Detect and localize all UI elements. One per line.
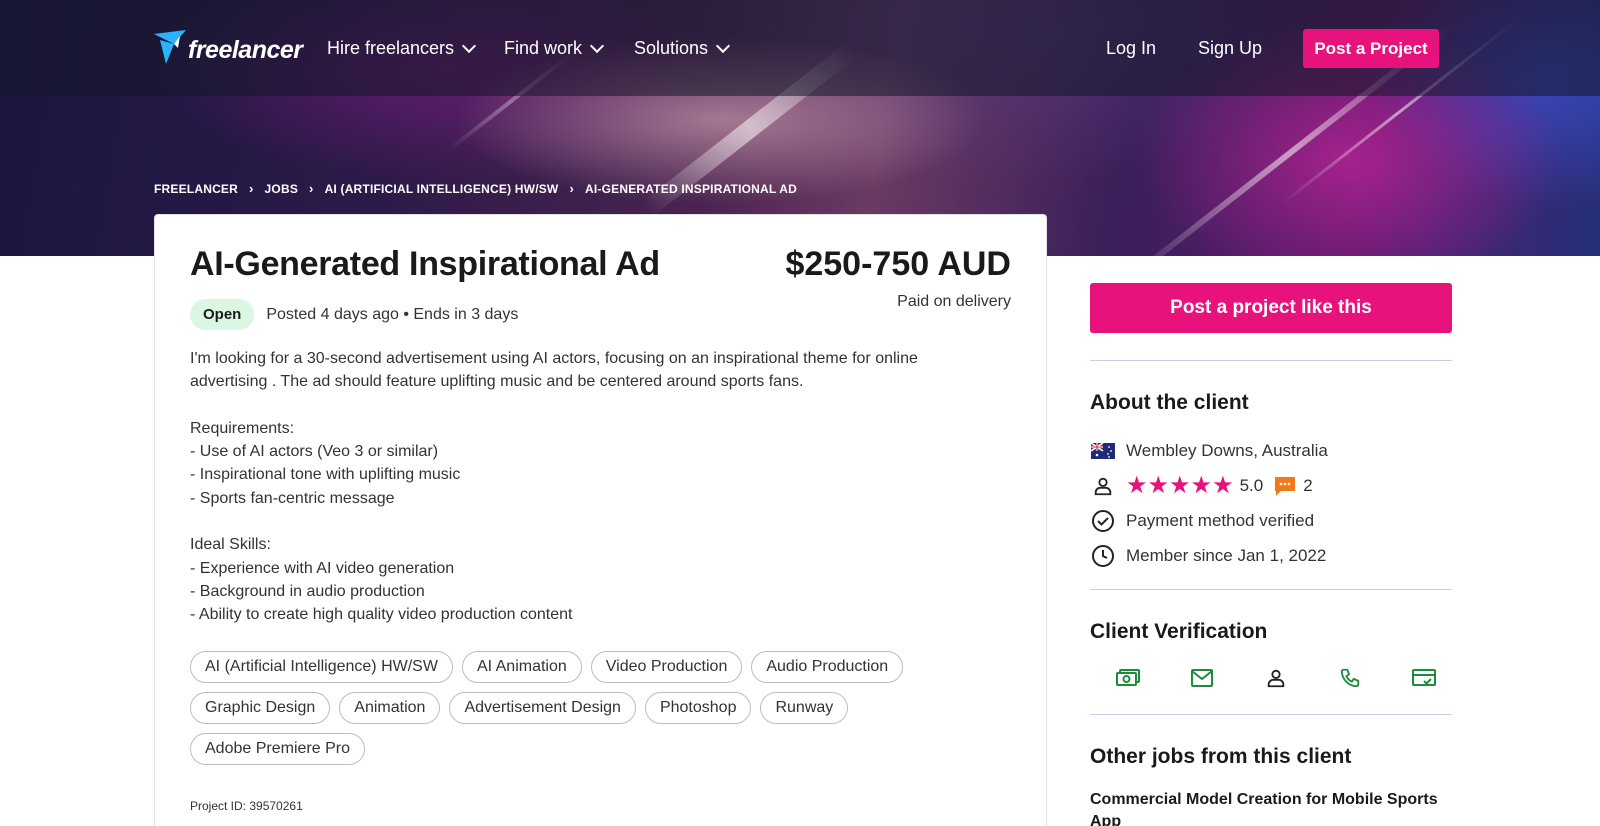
skill-tag[interactable]: Video Production <box>590 651 743 683</box>
skill-tag[interactable]: Runway <box>760 692 849 724</box>
description-line: Requirements: <box>190 419 295 437</box>
user-icon <box>1090 473 1116 499</box>
description-line: - Inspirational tone with uplifting musi… <box>190 466 461 484</box>
project-description: I'm looking for a 30-second advertisemen… <box>190 347 1010 627</box>
project-title: AI-Generated Inspirational Ad <box>190 245 660 283</box>
description-line: I'm looking for a 30-second advertisemen… <box>190 350 918 367</box>
skill-tag[interactable]: Advertisement Design <box>449 692 636 724</box>
other-jobs-heading: Other jobs from this client <box>1090 745 1352 768</box>
client-location: Wembley Downs, Australia <box>1090 433 1452 468</box>
breadcrumb-jobs[interactable]: JOBS <box>265 182 298 196</box>
nav-solutions[interactable]: Solutions <box>634 38 731 59</box>
client-rating: ★★★★★ 5.0 2 <box>1090 468 1452 503</box>
skill-tag[interactable]: Animation <box>339 692 441 724</box>
member-since: Member since Jan 1, 2022 <box>1090 538 1452 573</box>
australia-flag-icon <box>1090 438 1116 464</box>
skill-tag[interactable]: Audio Production <box>751 651 904 683</box>
payment-verified-text: Payment method verified <box>1126 510 1315 530</box>
divider <box>1090 589 1452 590</box>
logo-text: freelancer <box>188 36 303 64</box>
identity-verified-icon <box>1260 662 1292 694</box>
chevron-right-icon: › <box>569 181 574 196</box>
clock-icon <box>1090 543 1116 569</box>
breadcrumb-freelancer[interactable]: FREELANCER <box>154 182 238 196</box>
payment-verified: Payment method verified <box>1090 503 1452 538</box>
rating-value: 5.0 <box>1239 475 1264 495</box>
description-line: Ideal Skills: <box>190 536 271 554</box>
nav-find-work[interactable]: Find work <box>504 38 605 59</box>
skill-tag[interactable]: Photoshop <box>644 692 752 724</box>
email-verified-icon <box>1186 662 1218 694</box>
payment-terms: Paid on delivery <box>897 293 1011 310</box>
post-similar-project-button[interactable]: Post a project like this <box>1090 283 1452 333</box>
client-verification-heading: Client Verification <box>1090 620 1268 643</box>
breadcrumb-current: AI-GENERATED INSPIRATIONAL AD <box>585 181 798 196</box>
project-id: Project ID: 39570261 <box>190 799 303 813</box>
location-text: Wembley Downs, Australia <box>1126 440 1328 460</box>
skill-tag[interactable]: AI (Artificial Intelligence) HW/SW <box>190 651 453 683</box>
skill-tag[interactable]: Adobe Premiere Pro <box>190 733 365 765</box>
description-line: - Ability to create high quality video p… <box>190 606 573 624</box>
breadcrumb: FREELANCER › JOBS › AI (ARTIFICIAL INTEL… <box>154 181 797 196</box>
description-line: - Background in audio production <box>190 582 425 600</box>
status-badge: Open <box>190 299 255 330</box>
payment-card-verified-icon <box>1408 662 1440 694</box>
signup-link[interactable]: Sign Up <box>1198 38 1262 59</box>
chevron-down-icon <box>715 38 731 53</box>
posted-info: Posted 4 days ago • Ends in 3 days <box>266 305 519 323</box>
description-line: - Sports fan-centric message <box>190 489 395 507</box>
nav-hire-freelancers[interactable]: Hire freelancers <box>327 38 477 59</box>
chevron-down-icon <box>461 38 477 53</box>
post-project-button[interactable]: Post a Project <box>1303 29 1439 68</box>
description-line: - Use of AI actors (Veo 3 or similar) <box>190 443 439 461</box>
freelancer-logo[interactable]: freelancer <box>154 30 303 71</box>
project-card: AI-Generated Inspirational Ad $250-750 A… <box>154 214 1047 826</box>
chevron-down-icon <box>589 38 605 53</box>
deposit-verified-icon <box>1112 662 1144 694</box>
description-line <box>190 394 1010 417</box>
nav-label: Hire freelancers <box>327 38 455 58</box>
description-line <box>190 510 1010 533</box>
other-job-link[interactable]: Commercial Model Creation for Mobile Spo… <box>1090 789 1452 826</box>
nav-label: Solutions <box>634 38 709 58</box>
verification-icons <box>1090 662 1452 694</box>
review-comment-icon <box>1273 475 1297 497</box>
nav-label: Find work <box>504 38 583 58</box>
review-count: 2 <box>1303 475 1313 495</box>
chevron-right-icon: › <box>309 181 314 196</box>
project-budget: $250-750 AUD <box>785 245 1011 283</box>
description-line: advertising . The ad should feature upli… <box>190 373 804 391</box>
chevron-right-icon: › <box>249 181 254 196</box>
freelancer-bird-icon <box>154 30 186 71</box>
star-rating-icon: ★★★★★ <box>1126 472 1234 499</box>
divider <box>1090 714 1452 715</box>
skill-tag[interactable]: Graphic Design <box>190 692 331 724</box>
status-row: Open Posted 4 days ago • Ends in 3 days <box>190 299 518 330</box>
check-circle-icon <box>1090 508 1116 534</box>
login-link[interactable]: Log In <box>1106 38 1156 59</box>
member-since-text: Member since Jan 1, 2022 <box>1126 545 1327 565</box>
sidebar: Post a project like this About the clien… <box>1090 283 1452 826</box>
top-nav: freelancer Hire freelancers Find work So… <box>0 0 1600 96</box>
breadcrumb-category[interactable]: AI (ARTIFICIAL INTELLIGENCE) HW/SW <box>325 182 559 196</box>
phone-verified-icon <box>1334 662 1366 694</box>
skill-tag[interactable]: AI Animation <box>461 651 582 683</box>
skill-tags: AI (Artificial Intelligence) HW/SW AI An… <box>190 651 1010 765</box>
description-line: - Experience with AI video generation <box>190 559 455 577</box>
about-client-heading: About the client <box>1090 391 1249 414</box>
divider <box>1090 360 1452 361</box>
